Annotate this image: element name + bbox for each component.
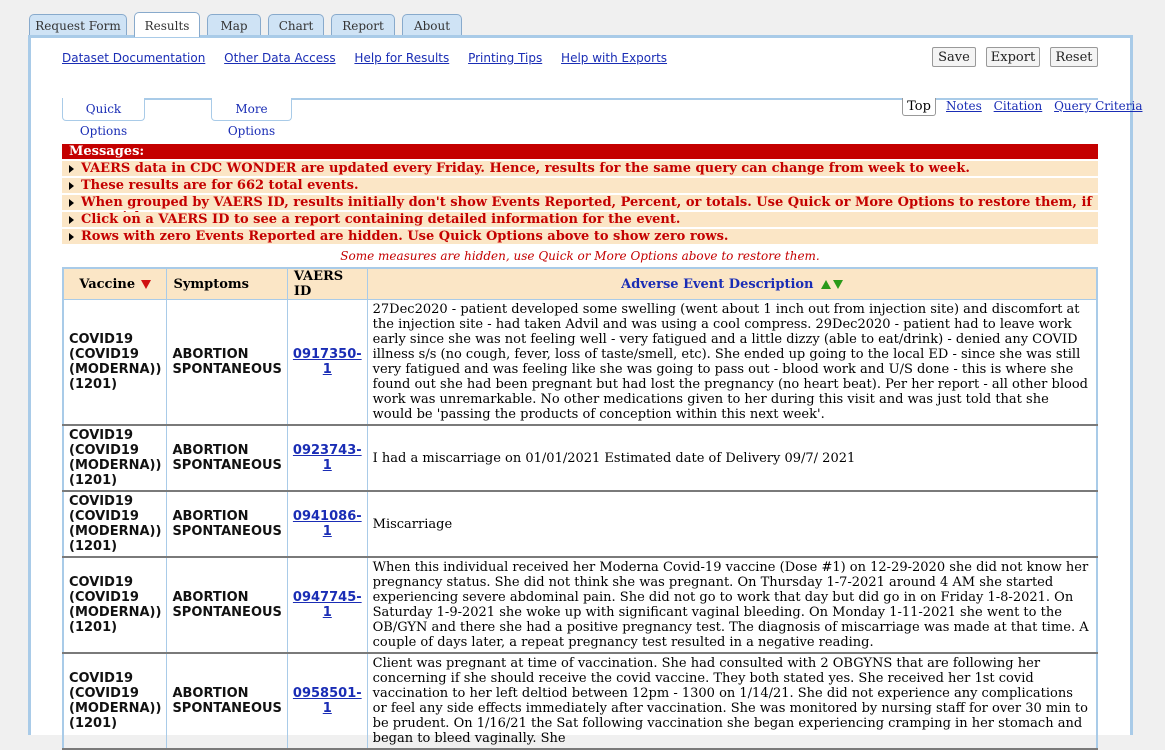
vaccine-cell: COVID19 (COVID19 (MODERNA)) (1201) bbox=[62, 424, 168, 492]
table-row: COVID19 (COVID19 (MODERNA)) (1201) ABORT… bbox=[62, 424, 1098, 492]
table-row: COVID19 (COVID19 (MODERNA)) (1201) ABORT… bbox=[62, 652, 1098, 750]
results-table: Vaccine Symptoms VAERS ID Adverse Event … bbox=[62, 267, 1098, 750]
tab-results[interactable]: Results bbox=[134, 12, 200, 37]
description-cell: 27Dec2020 - patient developed some swell… bbox=[366, 299, 1098, 426]
vaccine-cell: COVID19 (COVID19 (MODERNA)) (1201) bbox=[62, 556, 168, 654]
sort-ascending-icon[interactable] bbox=[820, 279, 831, 289]
table-header-row: Vaccine Symptoms VAERS ID Adverse Event … bbox=[62, 267, 1098, 300]
tab-request-form[interactable]: Request Form bbox=[29, 14, 127, 35]
table-row: COVID19 (COVID19 (MODERNA)) (1201) ABORT… bbox=[62, 556, 1098, 654]
column-header-description: Adverse Event Description bbox=[366, 267, 1098, 300]
link-printing-tips[interactable]: Printing Tips bbox=[468, 51, 542, 65]
tab-map[interactable]: Map bbox=[207, 14, 261, 35]
symptom-cell: ABORTION SPONTANEOUS bbox=[166, 652, 288, 750]
tab-report[interactable]: Report bbox=[331, 14, 395, 35]
more-options-button[interactable]: More Options bbox=[211, 98, 292, 138]
triangle-right-icon bbox=[69, 233, 74, 241]
messages-header: Messages: bbox=[62, 144, 1098, 159]
vaers-id-cell: 0941086-1 bbox=[286, 490, 368, 558]
message-item: When grouped by VAERS ID, results initia… bbox=[62, 195, 1098, 225]
description-cell: When this individual received her Modern… bbox=[366, 556, 1098, 654]
table-row: COVID19 (COVID19 (MODERNA)) (1201) ABORT… bbox=[62, 490, 1098, 558]
tab-about[interactable]: About bbox=[402, 14, 462, 35]
message-item: VAERS data in CDC WONDER are updated eve… bbox=[62, 161, 1098, 176]
symptom-cell: ABORTION SPONTANEOUS bbox=[166, 556, 288, 654]
section-links: Notes Citation Query Criteria bbox=[946, 99, 1142, 113]
description-cell: Client was pregnant at time of vaccinati… bbox=[366, 652, 1098, 750]
message-item: Rows with zero Events Reported are hidde… bbox=[62, 229, 1098, 244]
column-header-symptoms: Symptoms bbox=[166, 267, 288, 300]
description-cell: I had a miscarriage on 01/01/2021 Estima… bbox=[366, 424, 1098, 492]
vaers-id-cell: 0958501-1 bbox=[286, 652, 368, 750]
symptom-cell: ABORTION SPONTANEOUS bbox=[166, 490, 288, 558]
triangle-right-icon bbox=[69, 182, 74, 190]
vaers-id-cell: 0917350-1 bbox=[286, 299, 368, 426]
tab-chart[interactable]: Chart bbox=[268, 14, 324, 35]
vaccine-cell: COVID19 (COVID19 (MODERNA)) (1201) bbox=[62, 299, 168, 426]
message-item: These results are for 662 total events. bbox=[62, 178, 1098, 193]
triangle-right-icon bbox=[69, 199, 74, 207]
vaers-id-link[interactable]: 0958501-1 bbox=[293, 686, 362, 716]
vaers-id-link[interactable]: 0947745-1 bbox=[293, 590, 362, 620]
link-other-data-access[interactable]: Other Data Access bbox=[224, 51, 335, 65]
vaers-id-link[interactable]: 0923743-1 bbox=[293, 443, 362, 473]
vaccine-cell: COVID19 (COVID19 (MODERNA)) (1201) bbox=[62, 652, 168, 750]
symptom-cell: ABORTION SPONTANEOUS bbox=[166, 299, 288, 426]
vaccine-cell: COVID19 (COVID19 (MODERNA)) (1201) bbox=[62, 490, 168, 558]
hidden-measures-note: Some measures are hidden, use Quick or M… bbox=[340, 249, 820, 263]
link-query-criteria[interactable]: Query Criteria bbox=[1054, 99, 1142, 113]
link-help-with-exports[interactable]: Help with Exports bbox=[561, 51, 667, 65]
sort-descending-icon[interactable] bbox=[832, 279, 843, 289]
column-header-vaccine[interactable]: Vaccine bbox=[62, 267, 168, 300]
sort-descending-icon[interactable] bbox=[141, 279, 152, 289]
export-button[interactable]: Export bbox=[986, 47, 1040, 67]
vaers-id-cell: 0947745-1 bbox=[286, 556, 368, 654]
message-item: Click on a VAERS ID to see a report cont… bbox=[62, 212, 1098, 227]
triangle-right-icon bbox=[69, 216, 74, 224]
vaers-id-link[interactable]: 0941086-1 bbox=[293, 509, 362, 539]
triangle-right-icon bbox=[69, 165, 74, 173]
symptom-cell: ABORTION SPONTANEOUS bbox=[166, 424, 288, 492]
help-links: Dataset Documentation Other Data Access … bbox=[62, 51, 682, 65]
vaers-id-link[interactable]: 0917350-1 bbox=[293, 347, 362, 377]
top-button[interactable]: Top bbox=[902, 98, 936, 116]
quick-options-button[interactable]: Quick Options bbox=[62, 98, 145, 138]
reset-button[interactable]: Reset bbox=[1050, 47, 1098, 67]
vaers-id-cell: 0923743-1 bbox=[286, 424, 368, 492]
table-row: COVID19 (COVID19 (MODERNA)) (1201) ABORT… bbox=[62, 299, 1098, 426]
description-cell: Miscarriage bbox=[366, 490, 1098, 558]
link-help-for-results[interactable]: Help for Results bbox=[354, 51, 449, 65]
link-citation[interactable]: Citation bbox=[994, 99, 1043, 113]
save-button[interactable]: Save bbox=[932, 47, 976, 67]
column-header-vaers-id: VAERS ID bbox=[286, 267, 368, 300]
link-dataset-documentation[interactable]: Dataset Documentation bbox=[62, 51, 205, 65]
link-notes[interactable]: Notes bbox=[946, 99, 982, 113]
